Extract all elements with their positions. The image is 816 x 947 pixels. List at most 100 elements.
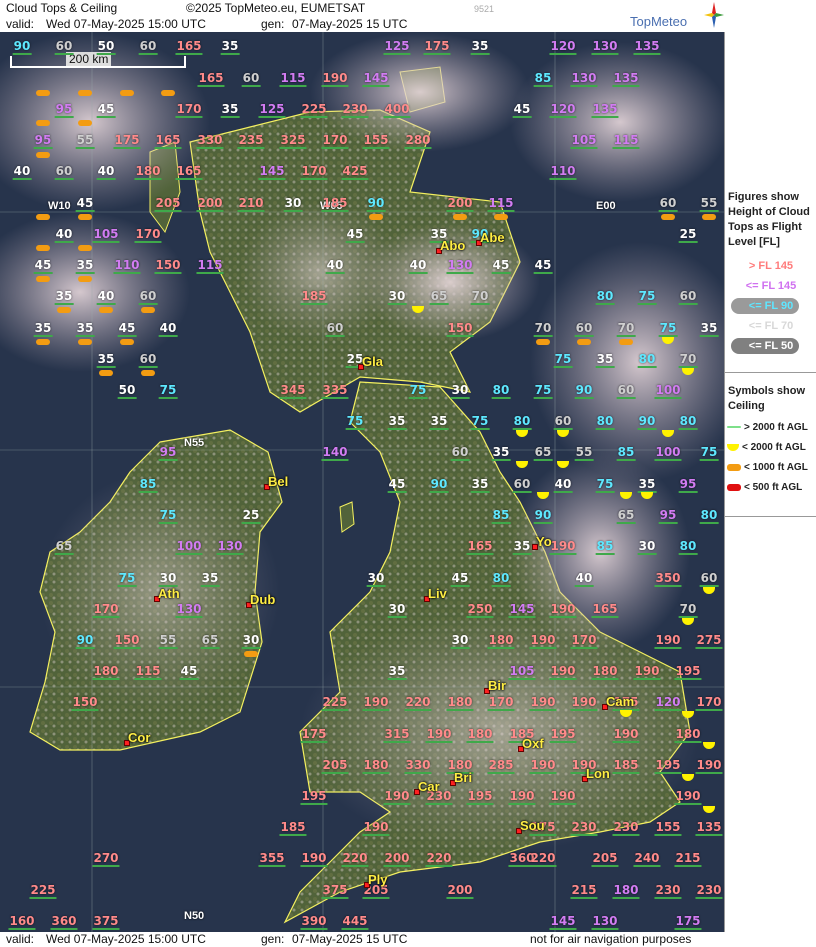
cloud-top-label: 30 [241, 633, 261, 649]
footer-bar: valid: Wed 07-May-2025 15:00 UTC gen: 07… [0, 932, 816, 947]
cloud-top-label: 60 [699, 571, 719, 587]
cloud-top-label: 40 [408, 258, 428, 274]
cloud-top-label: 215 [674, 851, 702, 867]
cloud-top-label: 150 [113, 633, 141, 649]
cloud-top-label: 200 [446, 883, 474, 899]
cloud-top-label: 170 [92, 602, 120, 618]
ceiling-below-1000-icon [78, 245, 92, 251]
cloud-top-label: 60 [450, 445, 470, 461]
cloud-top-label: 75 [470, 414, 490, 430]
footer-valid-label: valid: [6, 932, 35, 946]
cloud-top-label: 80 [491, 383, 511, 399]
cloud-top-label: 75 [408, 383, 428, 399]
city-label: Cam [606, 694, 635, 709]
cloud-top-label: 115 [487, 196, 515, 212]
cloud-top-label: 165 [197, 71, 225, 87]
cloud-top-label: 55 [158, 633, 178, 649]
cloud-top-label: 375 [321, 883, 349, 899]
ceiling-below-1000-icon [99, 307, 113, 313]
cloud-top-label: 165 [175, 39, 203, 55]
cloud-top-label: 280 [404, 133, 432, 149]
cloud-top-label: 120 [654, 695, 682, 711]
cloud-top-label: 345 [279, 383, 307, 399]
ceiling-below-1000-icon [78, 120, 92, 126]
cloud-top-label: 75 [117, 571, 137, 587]
cloud-top-label: 35 [387, 664, 407, 680]
city-label: Dub [250, 592, 276, 607]
cloud-top-label: 170 [175, 102, 203, 118]
cloud-top-label: 180 [487, 633, 515, 649]
cloud-top-label: 115 [196, 258, 224, 274]
cloud-top-label: 45 [345, 227, 365, 243]
cloud-top-label: 130 [570, 71, 598, 87]
cloud-top-label: 355 [258, 851, 286, 867]
cloud-top-label: 225 [321, 695, 349, 711]
cloud-top-label: 325 [279, 133, 307, 149]
cloud-top-label: 195 [654, 758, 682, 774]
cloud-top-label: 235 [237, 133, 265, 149]
cloud-top-label: 65 [533, 445, 553, 461]
cloud-top-label: 190 [529, 758, 557, 774]
cloud-top-label: 65 [616, 508, 636, 524]
cloud-top-label: 195 [466, 789, 494, 805]
cloud-top-label: 60 [138, 39, 158, 55]
cloud-top-label: 35 [54, 289, 74, 305]
cloud-top-label: 85 [533, 71, 553, 87]
cloud-top-label: 75 [345, 414, 365, 430]
city-label: Lon [586, 766, 610, 781]
cloud-top-label: 225 [300, 102, 328, 118]
cloud-top-label: 190 [549, 602, 577, 618]
cloud-top-label: 75 [658, 321, 678, 337]
cloud-top-label: 190 [549, 539, 577, 555]
ceiling-below-1000-icon [36, 245, 50, 251]
cloud-top-label: 220 [404, 695, 432, 711]
legend-divider-bottom [725, 516, 816, 517]
city-label: Liv [428, 586, 447, 601]
cloud-top-label: 60 [138, 289, 158, 305]
orange-bar-icon [727, 463, 741, 471]
cloud-top-label: 230 [341, 102, 369, 118]
cloud-top-label: 115 [134, 664, 162, 680]
cloud-top-label: 115 [279, 71, 307, 87]
cloud-top-label: 100 [654, 383, 682, 399]
cloud-top-label: 170 [487, 695, 515, 711]
satellite-map[interactable]: 200 km W10 W05 E00 N55 N50 90 60 50 60 165 35… [0, 32, 724, 932]
cloud-top-label: 90 [12, 39, 32, 55]
cloud-top-label: 190 [674, 789, 702, 805]
cloud-top-label: 85 [616, 445, 636, 461]
cloud-top-label: 60 [54, 164, 74, 180]
legend-ceil-1000: < 1000 ft AGL [727, 462, 816, 473]
cloud-top-label: 45 [75, 196, 95, 212]
cloud-top-label: 60 [325, 321, 345, 337]
cloud-top-label: 220 [425, 851, 453, 867]
cloud-top-label: 100 [175, 539, 203, 555]
cloud-top-label: 205 [154, 196, 182, 212]
cloud-top-label: 330 [404, 758, 432, 774]
city-label: Oxf [522, 736, 544, 751]
cloud-top-label: 35 [512, 539, 532, 555]
cloud-top-label: 35 [387, 414, 407, 430]
cloud-top-label: 105 [92, 227, 120, 243]
city-label: Car [418, 779, 440, 794]
header-bar: Cloud Tops & Ceiling ©2025 TopMeteo.eu, … [0, 0, 724, 32]
cloud-top-label: 35 [429, 414, 449, 430]
cloud-top-label: 70 [678, 352, 698, 368]
cloud-top-label: 165 [466, 539, 494, 555]
cloud-top-label: 90 [75, 633, 95, 649]
cloud-top-label: 200 [196, 196, 224, 212]
cloud-top-label: 30 [158, 571, 178, 587]
legend-fl-title: Figures show Height of Cloud Tops as Fli… [728, 191, 810, 248]
cloud-top-label: 105 [508, 664, 536, 680]
city-label: Cor [128, 730, 151, 745]
legend-ceil-2000: < 2000 ft AGL [727, 442, 816, 453]
cloud-top-label: 190 [633, 664, 661, 680]
cloud-top-label: 190 [570, 695, 598, 711]
ceiling-below-1000-icon [120, 90, 134, 96]
cloud-top-label: 190 [383, 789, 411, 805]
cloud-top-label: 180 [362, 758, 390, 774]
cloud-top-label: 70 [678, 602, 698, 618]
cloud-top-label: 40 [12, 164, 32, 180]
ceiling-below-1000-icon [36, 339, 50, 345]
cloud-top-label: 150 [71, 695, 99, 711]
ceiling-below-1000-icon [120, 339, 134, 345]
